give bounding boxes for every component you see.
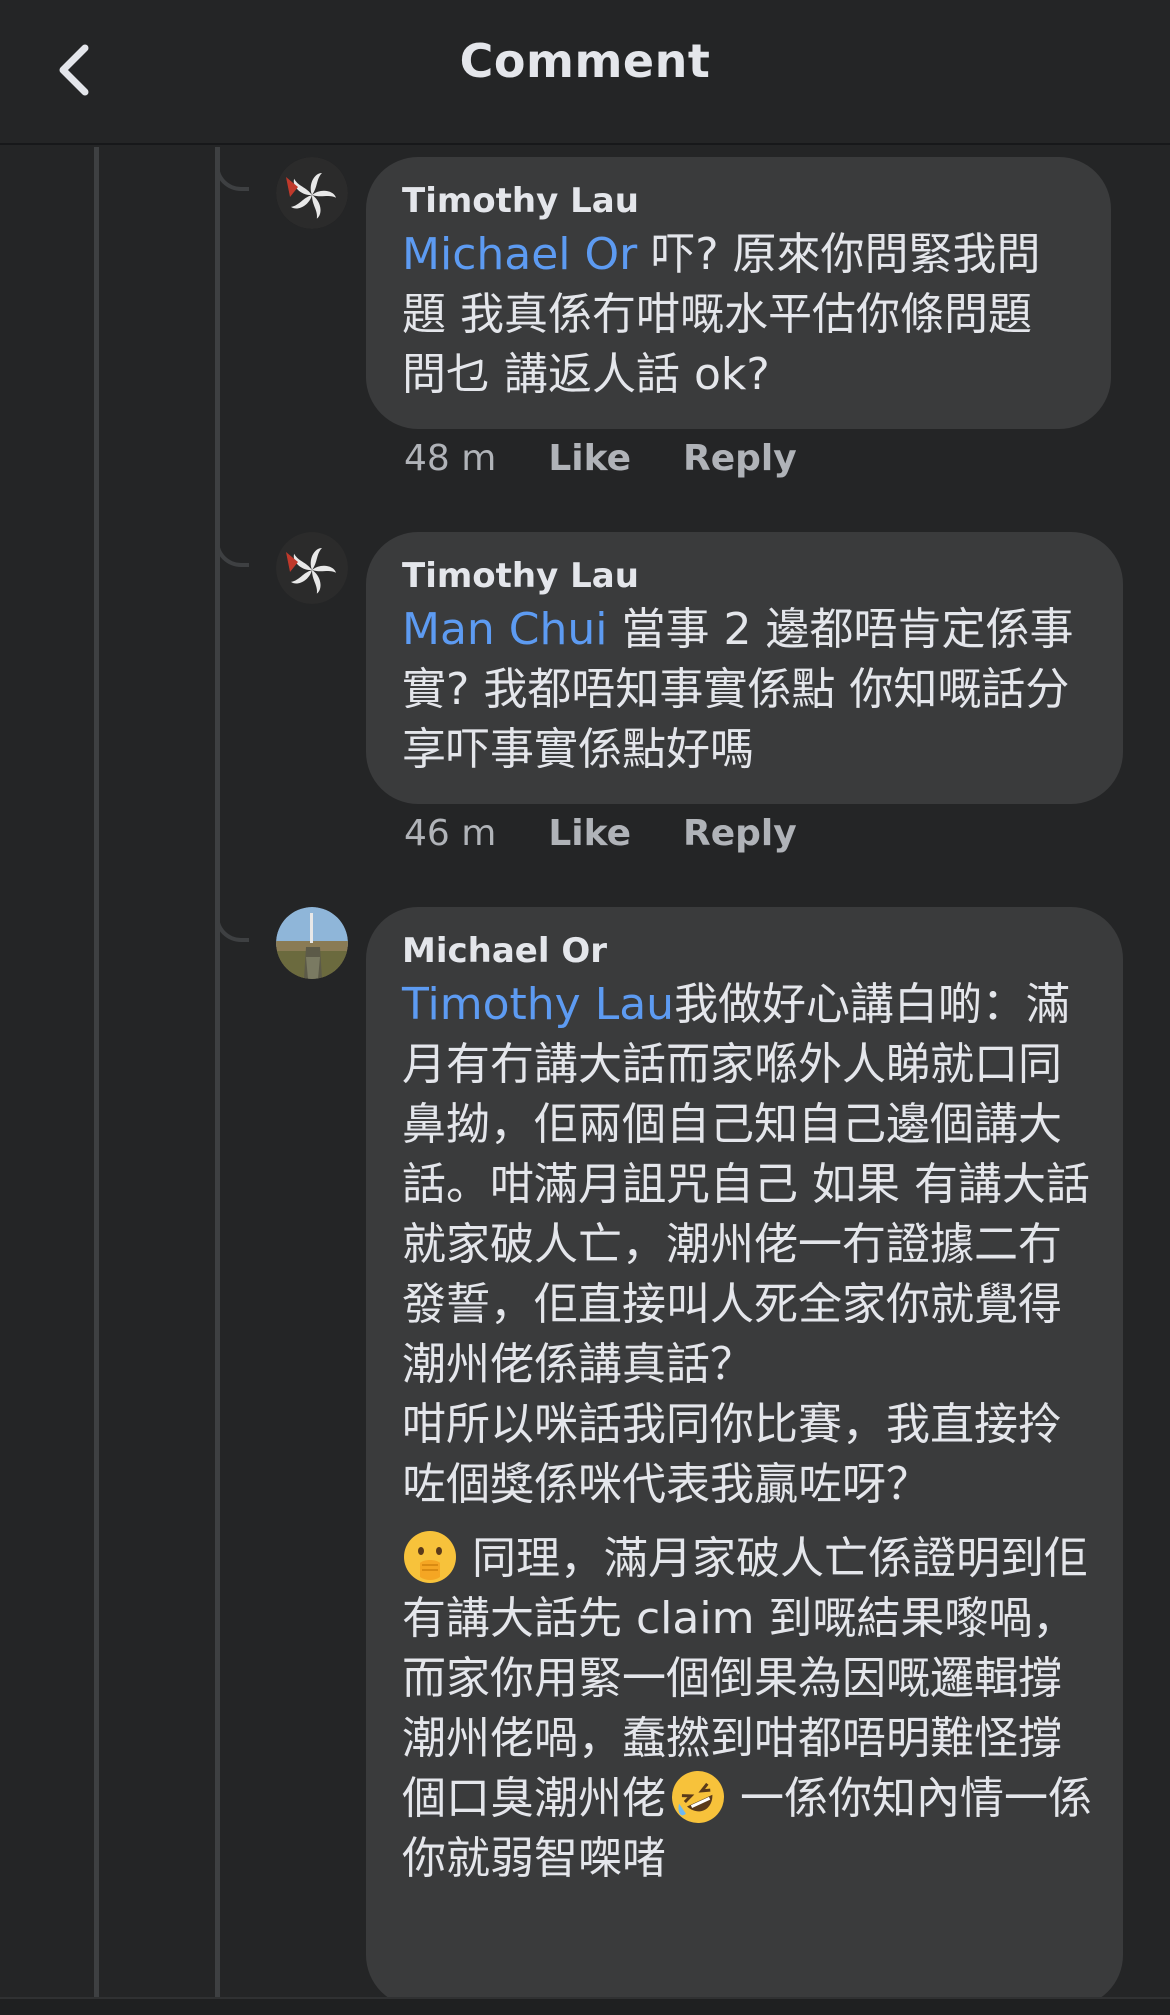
mention-link[interactable]: Man Chui: [402, 604, 608, 655]
bauhinia-flag-avatar: [276, 157, 348, 229]
thread-connector: [215, 147, 249, 191]
thread-line-inner: [215, 147, 220, 1997]
avatar[interactable]: [276, 907, 348, 979]
mention-link[interactable]: Michael Or: [402, 229, 637, 280]
thread-line-outer: [94, 147, 99, 1997]
comment-author[interactable]: Michael Or: [402, 929, 1093, 973]
comment-author[interactable]: Timothy Lau: [402, 554, 1087, 598]
like-button[interactable]: Like: [548, 437, 631, 481]
bottom-edge: [0, 1997, 1170, 2015]
page-title: Comment: [459, 34, 711, 88]
bauhinia-flag-avatar: [276, 532, 348, 604]
mention-link[interactable]: Timothy Lau: [402, 979, 674, 1030]
comment-actions: 48 m Like Reply: [404, 437, 797, 481]
comment-actions: 46 m Like Reply: [404, 812, 797, 856]
rolling-on-floor-laughing-icon: [672, 1771, 724, 1823]
comment-bubble[interactable]: Timothy Lau Man Chui 當事 2 邊都唔肯定係事實? 我都唔知…: [366, 532, 1123, 804]
thread-connector: [215, 898, 249, 942]
like-button[interactable]: Like: [548, 812, 631, 856]
comment-text: Timothy Lau我做好心講白啲：滿月有冇講大話而家喺外人睇就口同鼻拗，佢兩…: [402, 975, 1093, 1515]
comment-bubble[interactable]: Timothy Lau Michael Or 吓? 原來你問緊我問題 我真係冇咁…: [366, 157, 1111, 429]
comment-text-continued: 同理，滿月家破人亡係證明到佢有講大話先 claim 到嘅結果嚟喎，而家你用緊一個…: [402, 1529, 1093, 1889]
top-bar: Comment: [0, 0, 1170, 145]
comment-bubble[interactable]: Michael Or Timothy Lau我做好心講白啲：滿月有冇講大話而家喺…: [366, 907, 1123, 2007]
comment-body: 我做好心講白啲：滿月有冇講大話而家喺外人睇就口同鼻拗，佢兩個自己知自己邊個講大話…: [402, 979, 1090, 1510]
avatar[interactable]: [276, 532, 348, 604]
comment-timestamp: 46 m: [404, 813, 497, 854]
comment-author[interactable]: Timothy Lau: [402, 179, 1075, 223]
comment-text: Michael Or 吓? 原來你問緊我問題 我真係冇咁嘅水平估你條問題問乜 講…: [402, 225, 1075, 405]
avatar[interactable]: [276, 157, 348, 229]
comment-text: Man Chui 當事 2 邊都唔肯定係事實? 我都唔知事實係點 你知嘅話分享吓…: [402, 600, 1087, 780]
comment-thread[interactable]: Timothy Lau Michael Or 吓? 原來你問緊我問題 我真係冇咁…: [0, 147, 1170, 2007]
reply-button[interactable]: Reply: [683, 437, 797, 481]
comment-timestamp: 48 m: [404, 438, 497, 479]
reply-button[interactable]: Reply: [683, 812, 797, 856]
thread-connector: [215, 523, 249, 567]
face-with-hand-over-mouth-icon: [404, 1531, 456, 1583]
landscape-photo-avatar: [276, 907, 348, 979]
